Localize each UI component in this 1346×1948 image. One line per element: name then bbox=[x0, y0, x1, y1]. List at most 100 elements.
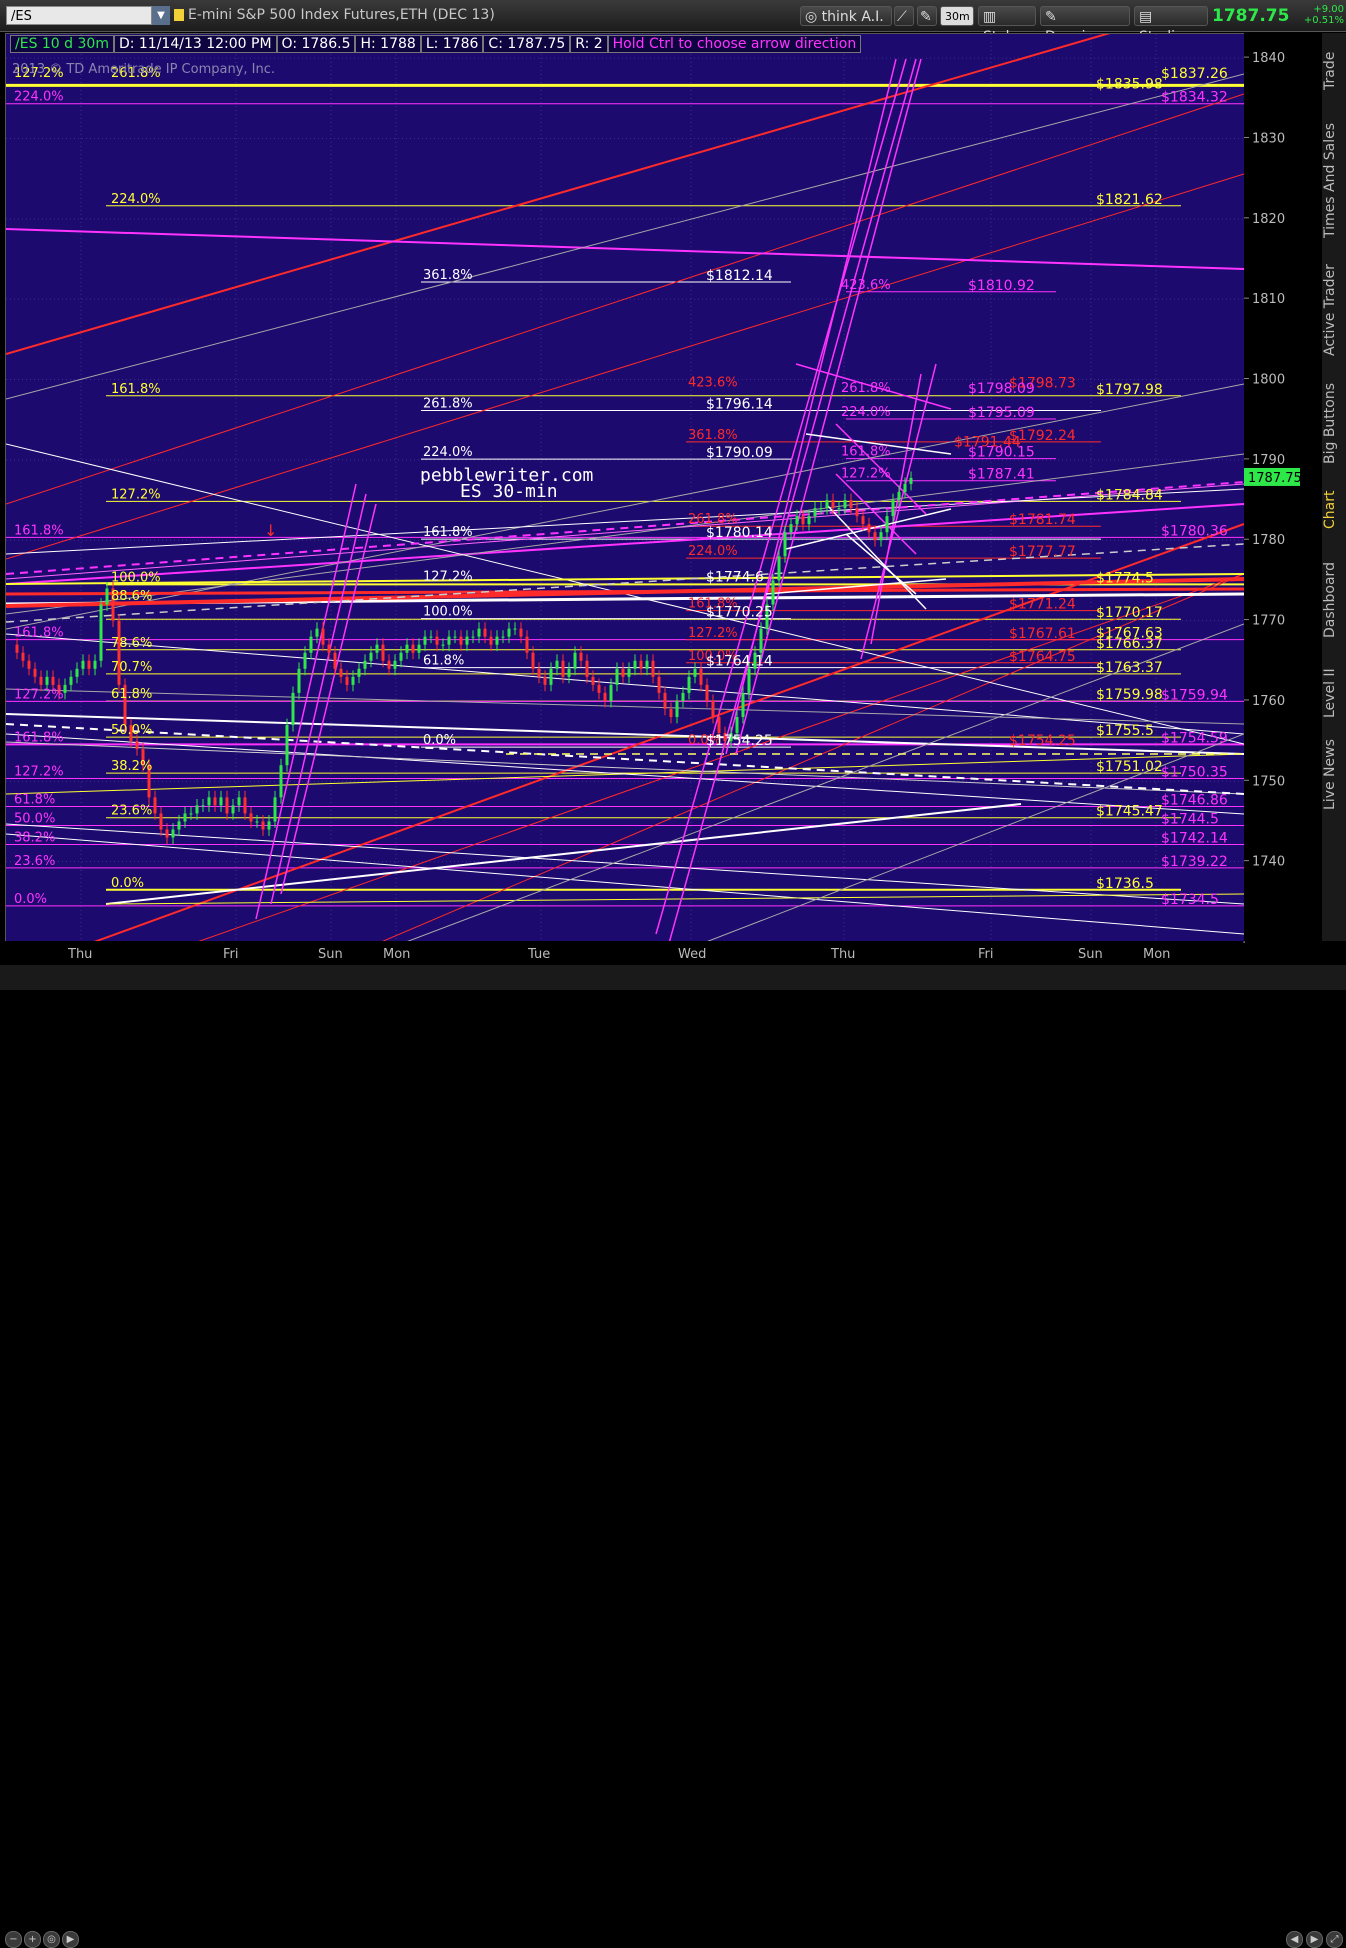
studies-button[interactable]: ▤ Studies bbox=[1134, 6, 1208, 45]
price-axis[interactable]: 1740 1750 1760 1770 1780 1790 1800 1810 1820 1830… bbox=[1244, 33, 1322, 941]
candle-body bbox=[693, 668, 697, 677]
candle-body bbox=[819, 508, 823, 510]
chart-area[interactable]: 127.2% 261.8% 224.0% 161.8% 127.2% 100.0% 88.6… bbox=[5, 33, 1245, 943]
time-tick-label: Fri bbox=[223, 947, 239, 962]
candle-body bbox=[39, 676, 43, 685]
price-label: $1744.5 bbox=[1161, 811, 1219, 827]
info-symbol-period: /ES 10 d 30m bbox=[10, 35, 114, 53]
candle-body bbox=[171, 829, 175, 838]
candle-body bbox=[801, 516, 805, 525]
fib-label: 361.8% bbox=[688, 428, 738, 443]
candle-body bbox=[789, 524, 793, 533]
price-label: $1821.62 bbox=[1096, 192, 1163, 208]
tab-big-buttons[interactable]: Big Buttons bbox=[1322, 378, 1346, 468]
fib-label: 38.2% bbox=[111, 759, 152, 774]
history-icon[interactable] bbox=[174, 9, 184, 21]
tab-dashboard[interactable]: Dashboard bbox=[1322, 555, 1346, 645]
candle-body bbox=[705, 684, 709, 701]
price-label: $1764.75 bbox=[1009, 649, 1076, 665]
fib-label: 224.0% bbox=[14, 90, 64, 105]
scroll-right-button[interactable]: ▶ bbox=[1306, 1931, 1323, 1948]
candle-body bbox=[633, 660, 637, 669]
price-label: $1780.36 bbox=[1161, 523, 1228, 539]
tab-times-and-sales[interactable]: Times And Sales bbox=[1322, 115, 1346, 245]
candle-body bbox=[525, 636, 529, 653]
price-label: $1781.74 bbox=[1009, 512, 1076, 528]
tab-chart[interactable]: Chart bbox=[1322, 480, 1346, 540]
time-tick-label: Sun bbox=[318, 947, 343, 962]
zoom-out-icon[interactable]: − bbox=[5, 1931, 22, 1948]
candle-body bbox=[33, 668, 37, 677]
fib-label: 127.2% bbox=[688, 626, 738, 641]
drawings-button[interactable]: ✎ Drawings bbox=[1040, 6, 1130, 45]
zoom-in-icon[interactable]: + bbox=[24, 1931, 41, 1948]
expand-icon[interactable]: ⤢ bbox=[1326, 1931, 1343, 1948]
fib-label: 50.0% bbox=[14, 811, 55, 826]
candle-body bbox=[417, 644, 421, 653]
last-price: 1787.75 bbox=[1212, 6, 1290, 26]
candle-body bbox=[255, 821, 259, 823]
tab-level-ii[interactable]: Level II bbox=[1322, 661, 1346, 725]
candle-body bbox=[165, 829, 169, 838]
candle-body bbox=[657, 676, 661, 693]
style-button[interactable]: ▥ Style bbox=[978, 6, 1036, 45]
candle-body bbox=[909, 477, 913, 484]
candle-body bbox=[759, 628, 763, 653]
candle-body bbox=[441, 644, 445, 646]
candle-body bbox=[507, 628, 511, 637]
fib-label: 100.0% bbox=[111, 570, 161, 585]
candle-body bbox=[873, 532, 877, 541]
fib-label: 261.8% bbox=[841, 381, 891, 396]
trend-line bbox=[6, 34, 1111, 355]
tab-live-news[interactable]: Live News bbox=[1322, 735, 1346, 815]
symbol-dropdown-button[interactable]: ▼ bbox=[152, 6, 170, 25]
candle-body bbox=[579, 652, 583, 661]
price-label: $1774.6 bbox=[706, 570, 764, 586]
symbol-input[interactable]: /ES bbox=[6, 6, 152, 25]
candle-body bbox=[447, 636, 451, 645]
drawing-tool-icon[interactable]: ⟋ bbox=[894, 6, 914, 26]
candle-body bbox=[501, 636, 505, 638]
fib-label: 127.2% bbox=[423, 570, 473, 585]
scroll-right-icon[interactable]: ▶ bbox=[62, 1931, 79, 1948]
chart-canvas[interactable]: 127.2% 261.8% 224.0% 161.8% 127.2% 100.0% 88.6… bbox=[6, 34, 1244, 942]
think-ai-button[interactable]: ◎ think A.I. bbox=[800, 6, 892, 26]
channel-line bbox=[668, 58, 917, 942]
candle-body bbox=[363, 660, 367, 669]
candle-body bbox=[699, 668, 703, 685]
zoom-fit-icon[interactable]: ◎ bbox=[43, 1931, 60, 1948]
candle-body bbox=[405, 644, 409, 653]
watermark: pebblewriter.com ES 30-min bbox=[420, 467, 593, 501]
change-percent: +0.51% bbox=[1303, 15, 1344, 26]
candle-body bbox=[15, 644, 19, 653]
candle-body bbox=[885, 516, 889, 533]
fib-label: 423.6% bbox=[841, 278, 891, 293]
tab-active-trader[interactable]: Active Trader bbox=[1322, 255, 1346, 365]
zoom-button[interactable]: 30m bbox=[940, 6, 974, 26]
candle-body bbox=[573, 652, 577, 669]
scroll-left-button[interactable]: ◀ bbox=[1286, 1931, 1303, 1948]
price-tick-label: 1840 bbox=[1252, 51, 1285, 66]
time-tick-label: Tue bbox=[527, 947, 550, 962]
fib-label: 224.0% bbox=[688, 544, 738, 559]
candle-body bbox=[537, 668, 541, 677]
trend-line bbox=[6, 833, 1244, 935]
candle-body bbox=[327, 644, 331, 653]
wrench-icon[interactable]: ✎ bbox=[917, 6, 937, 26]
price-label: $1759.98 bbox=[1096, 687, 1163, 703]
tab-trade[interactable]: Trade bbox=[1322, 41, 1346, 101]
candle-body bbox=[747, 668, 751, 693]
candle-body bbox=[621, 668, 625, 677]
right-side-tabs: Trade Times And Sales Active Trader Big … bbox=[1322, 33, 1346, 941]
price-label: $1736.5 bbox=[1096, 876, 1154, 892]
candle-body bbox=[711, 700, 715, 718]
candle-body bbox=[393, 660, 397, 669]
fan-line bbox=[825, 503, 927, 610]
candle-body bbox=[651, 660, 655, 677]
candle-body bbox=[585, 660, 589, 677]
candle-body bbox=[273, 797, 277, 822]
candle-body bbox=[183, 813, 187, 822]
price-tick-label: 1740 bbox=[1252, 855, 1285, 870]
down-arrow-icon: ↓ bbox=[264, 521, 277, 540]
candle-body bbox=[903, 483, 907, 493]
